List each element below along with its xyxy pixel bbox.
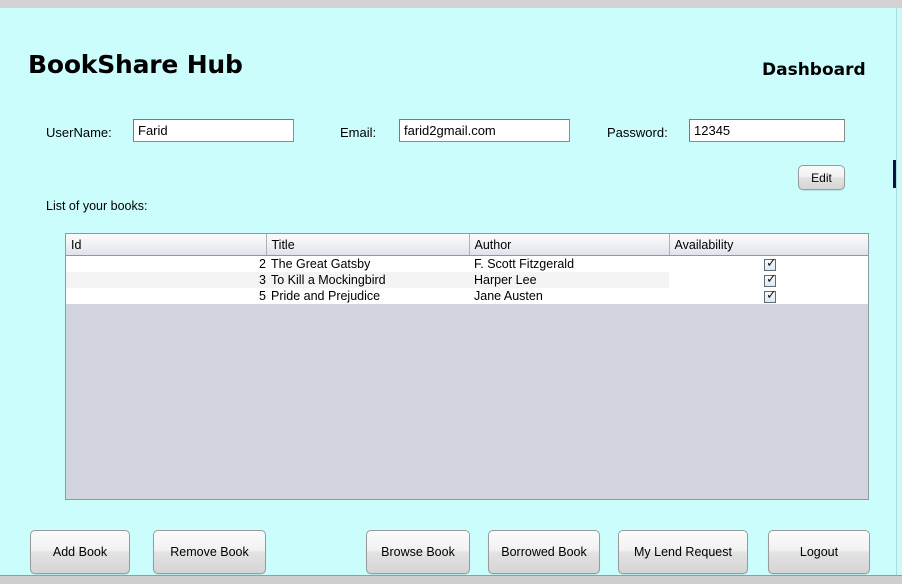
edit-button[interactable]: Edit	[798, 165, 845, 190]
table-row[interactable]: 5 Pride and Prejudice Jane Austen ✓	[66, 288, 868, 304]
availability-checkbox[interactable]: ✓	[764, 255, 777, 271]
cell-title: Pride and Prejudice	[266, 288, 469, 304]
email-label: Email:	[340, 125, 377, 140]
browse-book-button[interactable]: Browse Book	[366, 530, 470, 574]
password-input[interactable]	[689, 119, 845, 142]
cell-author: Jane Austen	[469, 288, 669, 304]
window-top-chrome	[0, 0, 902, 8]
check-icon: ✓	[766, 255, 777, 271]
email-input[interactable]	[399, 119, 570, 142]
remove-book-button[interactable]: Remove Book	[153, 530, 266, 574]
table-row[interactable]: 2 The Great Gatsby F. Scott Fitzgerald ✓	[66, 255, 868, 272]
cell-id: 2	[66, 255, 266, 272]
username-label: UserName:	[46, 125, 112, 140]
books-list-caption: List of your books:	[46, 199, 148, 213]
borrowed-book-button[interactable]: Borrowed Book	[488, 530, 600, 574]
availability-checkbox[interactable]: ✓	[764, 271, 777, 287]
availability-checkbox[interactable]: ✓	[764, 287, 777, 303]
section-title: Dashboard	[762, 60, 866, 80]
cell-title: To Kill a Mockingbird	[266, 272, 469, 288]
cell-author: Harper Lee	[469, 272, 669, 288]
table-header-row: Id Title Author Availability	[66, 234, 868, 256]
logout-button[interactable]: Logout	[768, 530, 870, 574]
column-header-availability[interactable]: Availability	[669, 234, 868, 256]
table-row[interactable]: 3 To Kill a Mockingbird Harper Lee ✓	[66, 272, 868, 288]
cell-author: F. Scott Fitzgerald	[469, 255, 669, 272]
check-icon: ✓	[766, 271, 777, 287]
cell-availability[interactable]: ✓	[669, 272, 868, 288]
cell-title: The Great Gatsby	[266, 255, 469, 272]
window-right-edge	[896, 8, 902, 575]
check-icon: ✓	[766, 287, 777, 303]
column-header-title[interactable]: Title	[266, 234, 470, 256]
cell-id: 3	[66, 272, 266, 288]
column-header-author[interactable]: Author	[469, 234, 670, 256]
books-table[interactable]: Id Title Author Availability 2 The Great …	[65, 233, 869, 500]
password-label: Password:	[607, 125, 668, 140]
page-title: BookShare Hub	[28, 50, 243, 79]
cell-availability[interactable]: ✓	[669, 288, 868, 304]
app-window: BookShare Hub Dashboard UserName: Email:…	[0, 8, 896, 575]
add-book-button[interactable]: Add Book	[30, 530, 130, 574]
cell-id: 5	[66, 288, 266, 304]
scroll-caret[interactable]	[893, 160, 896, 188]
cell-availability[interactable]: ✓	[669, 255, 868, 272]
username-input[interactable]	[133, 119, 294, 142]
column-header-id[interactable]: Id	[66, 234, 267, 256]
my-lend-request-button[interactable]: My Lend Request	[618, 530, 748, 574]
